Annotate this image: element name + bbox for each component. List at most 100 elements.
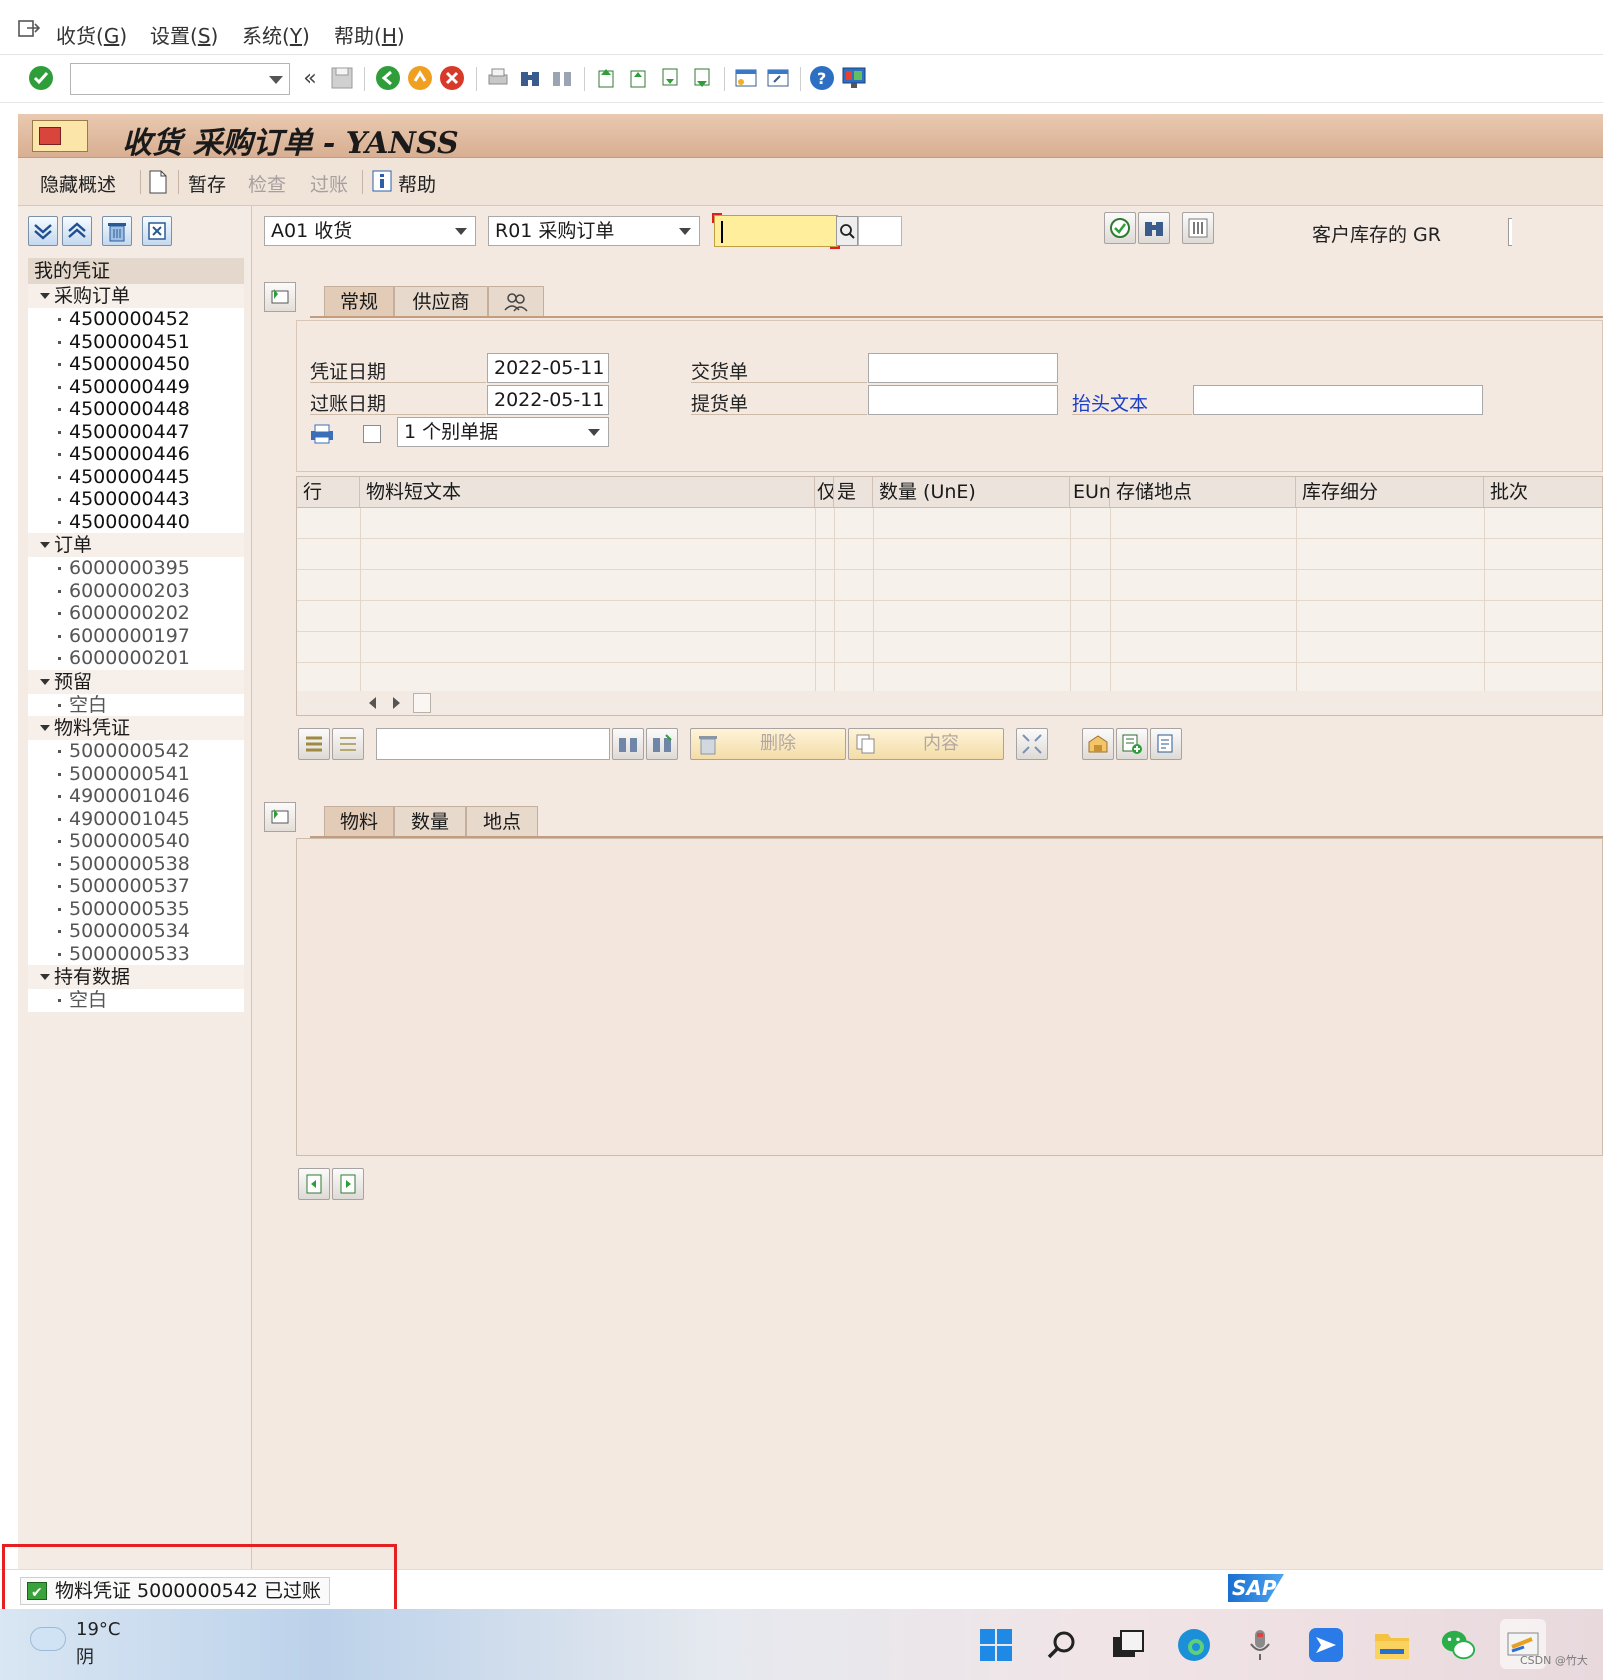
tree-item[interactable]: 4500000448 [28, 398, 244, 421]
trash-icon[interactable] [102, 216, 132, 246]
cancel-icon[interactable] [438, 64, 466, 92]
help-button[interactable]: 帮助 [398, 170, 436, 197]
item-search-input[interactable] [376, 728, 610, 760]
tree-item[interactable]: 4500000440 [28, 510, 244, 533]
hold-button[interactable]: 暂存 [188, 170, 226, 197]
double-chevron-left-icon[interactable]: « [296, 64, 324, 92]
tree-folder-reservations[interactable]: 预留 [28, 669, 244, 694]
tree-item[interactable]: 5000000533 [28, 942, 244, 965]
column-header-material-text[interactable]: 物料短文本 [360, 477, 815, 507]
tree-item[interactable]: 5000000540 [28, 830, 244, 853]
bill-of-lading-input[interactable] [868, 385, 1058, 415]
reference-item-input[interactable] [858, 216, 902, 246]
post-button[interactable]: 过账 [310, 170, 348, 197]
tree-folder-purchase-orders[interactable]: 采购订单 [28, 284, 244, 308]
wechat-icon[interactable] [1440, 1627, 1476, 1663]
delete-button[interactable]: 删除 [690, 728, 846, 760]
tree-folder-held-data[interactable]: 持有数据 [28, 965, 244, 989]
exit-menu-icon[interactable] [18, 18, 40, 38]
table-row[interactable] [297, 508, 1602, 539]
column-header-storage-location[interactable]: 存储地点 [1110, 477, 1296, 507]
tree-item[interactable]: 5000000542 [28, 740, 244, 763]
tab-list-button[interactable] [264, 282, 296, 312]
hide-overview-button[interactable]: 隐藏概述 [40, 170, 116, 197]
tree-item[interactable]: 4500000443 [28, 488, 244, 511]
chevron-down-icon[interactable] [269, 76, 283, 84]
posting-date-input[interactable]: 2022-05-11 [487, 385, 609, 415]
find-next-item-button[interactable] [646, 728, 678, 760]
start-icon[interactable] [978, 1627, 1014, 1663]
find-icon[interactable] [516, 64, 544, 92]
layout-button[interactable] [1182, 212, 1214, 244]
fullscreen-button[interactable] [1016, 728, 1048, 760]
file-explorer-icon[interactable] [1374, 1627, 1410, 1663]
tree-item[interactable]: 6000000202 [28, 602, 244, 625]
tree-folder-orders[interactable]: 订单 [28, 533, 244, 557]
column-header-line[interactable]: 行 [297, 477, 360, 507]
reference-select[interactable]: R01 采购订单 [488, 216, 700, 246]
header-text-link[interactable]: 抬头文本 [1072, 389, 1148, 416]
tree-item[interactable]: 5000000534 [28, 920, 244, 943]
print-checkbox[interactable] [363, 425, 381, 443]
column-header-unit[interactable]: EUn [1070, 477, 1110, 507]
print-icon[interactable] [484, 64, 512, 92]
cloud-icon[interactable] [30, 1627, 66, 1651]
save-icon[interactable] [328, 64, 356, 92]
tab-vendor[interactable]: 供应商 [394, 286, 488, 316]
printer-icon[interactable] [309, 421, 335, 445]
search-icon[interactable] [1044, 1627, 1080, 1663]
tab-location[interactable]: 地点 [466, 806, 538, 836]
select-all-button[interactable] [298, 728, 330, 760]
header-text-input[interactable] [1193, 385, 1483, 415]
exit-icon[interactable] [406, 64, 434, 92]
table-row[interactable] [297, 632, 1602, 663]
collapse-all-icon[interactable] [62, 216, 92, 246]
command-field[interactable] [70, 63, 290, 95]
edge-browser-icon[interactable] [1176, 1627, 1212, 1663]
tab-material[interactable]: 物料 [324, 806, 394, 836]
task-view-icon[interactable] [1110, 1627, 1146, 1663]
check-button[interactable]: 检查 [248, 170, 286, 197]
column-header-yes[interactable]: 是 [834, 477, 873, 507]
tree-item[interactable]: 空白 [28, 989, 244, 1012]
chevron-down-icon[interactable] [679, 228, 691, 235]
print-version-select[interactable]: 1 个别单据 [397, 417, 609, 447]
horizontal-scrollbar[interactable] [297, 691, 1602, 715]
tab-quantity[interactable]: 数量 [394, 806, 466, 836]
deselect-all-button[interactable] [332, 728, 364, 760]
close-panel-icon[interactable] [142, 216, 172, 246]
tree-item[interactable]: 5000000535 [28, 897, 244, 920]
create-session-icon[interactable] [732, 64, 760, 92]
help-icon[interactable]: ? [808, 64, 836, 92]
customer-stock-gr-checkbox-edge[interactable] [1508, 218, 1512, 246]
document-date-input[interactable]: 2022-05-11 [487, 353, 609, 383]
tab-partner[interactable] [488, 286, 544, 316]
next-item-button[interactable] [332, 1168, 364, 1200]
scroll-left-icon[interactable] [369, 697, 376, 709]
menu-system[interactable]: 系统(Y) [242, 20, 310, 49]
tree-item[interactable]: 6000000203 [28, 579, 244, 602]
detail-tab-list-button[interactable] [264, 802, 296, 832]
tree-item[interactable]: 4500000451 [28, 330, 244, 353]
tree-item[interactable]: 4500000445 [28, 465, 244, 488]
tree-item[interactable]: 6000000197 [28, 624, 244, 647]
tree-item[interactable]: 空白 [28, 693, 244, 716]
column-header-quantity[interactable]: 数量 (UnE) [873, 477, 1070, 507]
column-header-ok[interactable]: 仅 [815, 477, 834, 507]
weather-temperature[interactable]: 19°C [76, 1619, 120, 1640]
menu-goods-receipt[interactable]: 收货(G) [56, 20, 127, 49]
tree-item[interactable]: 4500000452 [28, 308, 244, 331]
transaction-select[interactable]: A01 收货 [264, 216, 476, 246]
chevron-down-icon[interactable] [588, 429, 600, 436]
column-settings-icon[interactable] [413, 693, 431, 713]
column-header-stock-segment[interactable]: 库存细分 [1296, 477, 1484, 507]
tree-item[interactable]: 4900001046 [28, 785, 244, 808]
tree-item[interactable]: 6000000201 [28, 647, 244, 670]
next-page-icon[interactable] [656, 64, 684, 92]
tree-item[interactable]: 5000000538 [28, 852, 244, 875]
messenger-bird-icon[interactable] [1308, 1627, 1344, 1663]
table-row[interactable] [297, 601, 1602, 632]
tree-item[interactable]: 4500000447 [28, 420, 244, 443]
microphone-app-icon[interactable] [1242, 1627, 1278, 1663]
reference-document-input[interactable] [712, 213, 840, 249]
